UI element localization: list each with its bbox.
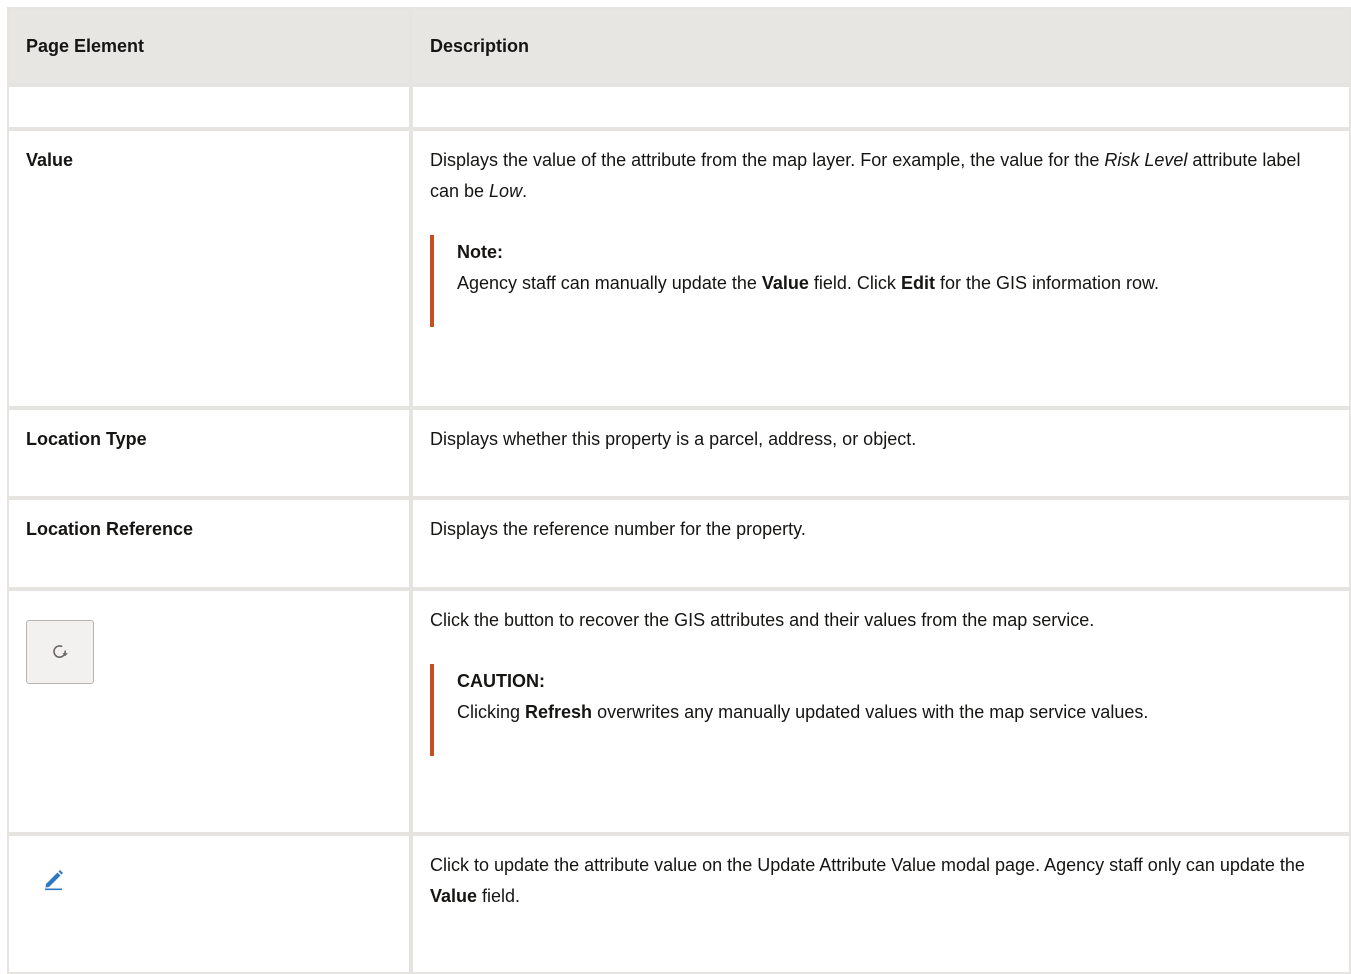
table-row-edit: Click to update the attribute value on t…	[7, 834, 1351, 974]
location-reference-description: Displays the reference number for the pr…	[430, 519, 806, 539]
caution-text: Clicking Refresh overwrites any manually…	[457, 702, 1149, 722]
risk-level-term: Risk Level	[1104, 150, 1188, 170]
empty-cell	[7, 85, 411, 129]
page-element-table: Page Element Description Value Displays …	[7, 7, 1351, 974]
edit-description: Click to update the attribute value on t…	[430, 855, 1305, 906]
description-cell: Displays whether this property is a parc…	[411, 408, 1351, 498]
refresh-icon	[53, 645, 68, 658]
refresh-button[interactable]	[26, 620, 94, 684]
pencil-edit-icon	[45, 870, 63, 891]
refresh-description: Click the button to recover the GIS attr…	[430, 610, 1095, 630]
note-callout: Note: Agency staff can manually update t…	[430, 235, 1332, 327]
note-text: Agency staff can manually update the Val…	[457, 273, 1160, 293]
low-term: Low	[489, 181, 523, 201]
value-description: Displays the value of the attribute from…	[430, 150, 1301, 201]
column-header-description: Description	[411, 7, 1351, 85]
element-cell	[7, 834, 411, 974]
element-name-location-type: Location Type	[26, 429, 147, 449]
edit-button[interactable]	[39, 864, 69, 894]
location-type-description: Displays whether this property is a parc…	[430, 429, 917, 449]
empty-cell	[411, 85, 1351, 129]
table-row-refresh: Click the button to recover the GIS attr…	[7, 589, 1351, 834]
note-title: Note:	[457, 242, 503, 262]
element-name-location-reference: Location Reference	[26, 519, 194, 539]
description-cell: Click to update the attribute value on t…	[411, 834, 1351, 974]
table-header-row: Page Element Description	[7, 7, 1351, 85]
caution-title: CAUTION:	[457, 671, 545, 691]
element-cell: Location Reference	[7, 498, 411, 589]
description-cell: Displays the value of the attribute from…	[411, 129, 1351, 408]
description-cell: Click the button to recover the GIS attr…	[411, 589, 1351, 834]
caution-callout: CAUTION: Clicking Refresh overwrites any…	[430, 664, 1332, 756]
element-cell	[7, 589, 411, 834]
table-row-location-reference: Location Reference Displays the referenc…	[7, 498, 1351, 589]
element-cell: Value	[7, 129, 411, 408]
column-header-page-element: Page Element	[7, 7, 411, 85]
table-row-empty	[7, 85, 1351, 129]
table-row-value: Value Displays the value of the attribut…	[7, 129, 1351, 408]
description-cell: Displays the reference number for the pr…	[411, 498, 1351, 589]
element-name-value: Value	[26, 150, 74, 170]
table-row-location-type: Location Type Displays whether this prop…	[7, 408, 1351, 498]
element-cell: Location Type	[7, 408, 411, 498]
